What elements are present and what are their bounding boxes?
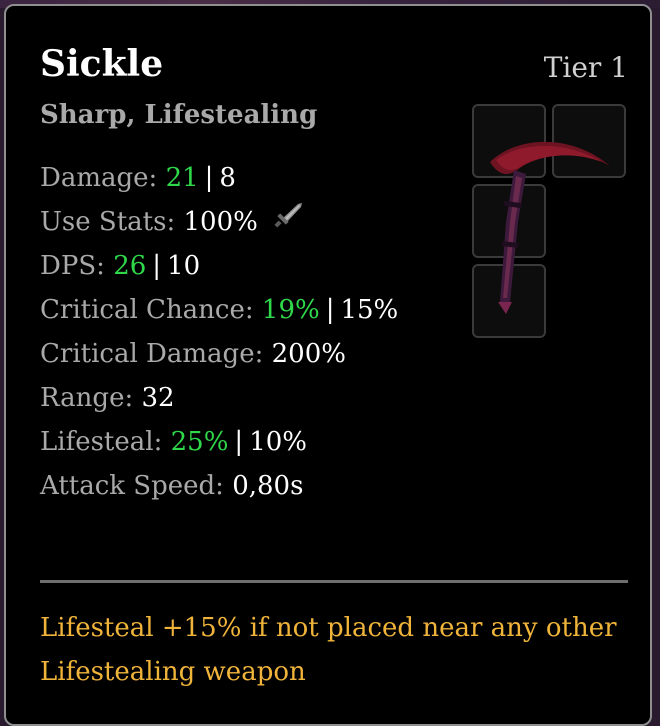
stat-attack-speed: Attack Speed: 0,80s bbox=[40, 464, 460, 508]
stat-use-stats: Use Stats: 100% bbox=[40, 200, 460, 244]
stat-value: 32 bbox=[141, 383, 175, 413]
sickle-icon bbox=[490, 141, 610, 314]
stat-label: Lifesteal: bbox=[40, 427, 163, 457]
stat-label: Critical Chance: bbox=[40, 295, 254, 325]
description-line: Lifesteal +15% if not placed near any ot… bbox=[40, 613, 617, 643]
stats-list: Damage: 21 | 8 Use Stats: 100% DPS: 26 | 10 … bbox=[40, 156, 460, 508]
stat-base-value: 10% bbox=[249, 427, 307, 457]
stat-separator: | bbox=[152, 251, 162, 281]
description-line: Lifestealing weapon bbox=[40, 657, 306, 687]
stat-damage: Damage: 21 | 8 bbox=[40, 156, 460, 200]
item-name: Sickle bbox=[40, 43, 164, 85]
item-description: Lifesteal +15% if not placed near any ot… bbox=[40, 606, 620, 694]
stat-lifesteal: Lifesteal: 25% | 10% bbox=[40, 420, 460, 464]
stat-critical-chance: Critical Chance: 19% | 15% bbox=[40, 288, 460, 332]
stat-base-value: 15% bbox=[340, 295, 399, 325]
stat-dps: DPS: 26 | 10 bbox=[40, 244, 460, 288]
item-tier: Tier 1 bbox=[543, 51, 628, 84]
stat-value: 19% bbox=[261, 295, 320, 325]
stat-value: 26 bbox=[113, 251, 147, 281]
sword-icon bbox=[272, 199, 304, 243]
stat-label: Attack Speed: bbox=[40, 471, 224, 501]
stat-separator: | bbox=[325, 295, 335, 325]
stat-critical-damage: Critical Damage: 200% bbox=[40, 332, 460, 376]
stat-base-value: 8 bbox=[219, 163, 236, 193]
stat-value: 0,80s bbox=[232, 471, 304, 501]
stat-label: Range: bbox=[40, 383, 134, 413]
stat-label: DPS: bbox=[40, 251, 105, 281]
stat-separator: | bbox=[204, 163, 214, 193]
stat-value: 100% bbox=[183, 207, 258, 237]
stat-base-value: 10 bbox=[167, 251, 201, 281]
item-tags: Sharp, Lifestealing bbox=[40, 100, 318, 130]
divider bbox=[40, 580, 628, 583]
stat-value: 200% bbox=[271, 339, 346, 369]
item-tooltip: Sickle Tier 1 Sharp, Lifestealing Damage… bbox=[4, 4, 652, 726]
stat-separator: | bbox=[234, 427, 244, 457]
stat-value: 21 bbox=[165, 163, 199, 193]
stat-range: Range: 32 bbox=[40, 376, 460, 420]
stat-label: Use Stats: bbox=[40, 207, 176, 237]
stat-label: Critical Damage: bbox=[40, 339, 264, 369]
stat-value: 25% bbox=[170, 427, 229, 457]
stat-label: Damage: bbox=[40, 163, 158, 193]
